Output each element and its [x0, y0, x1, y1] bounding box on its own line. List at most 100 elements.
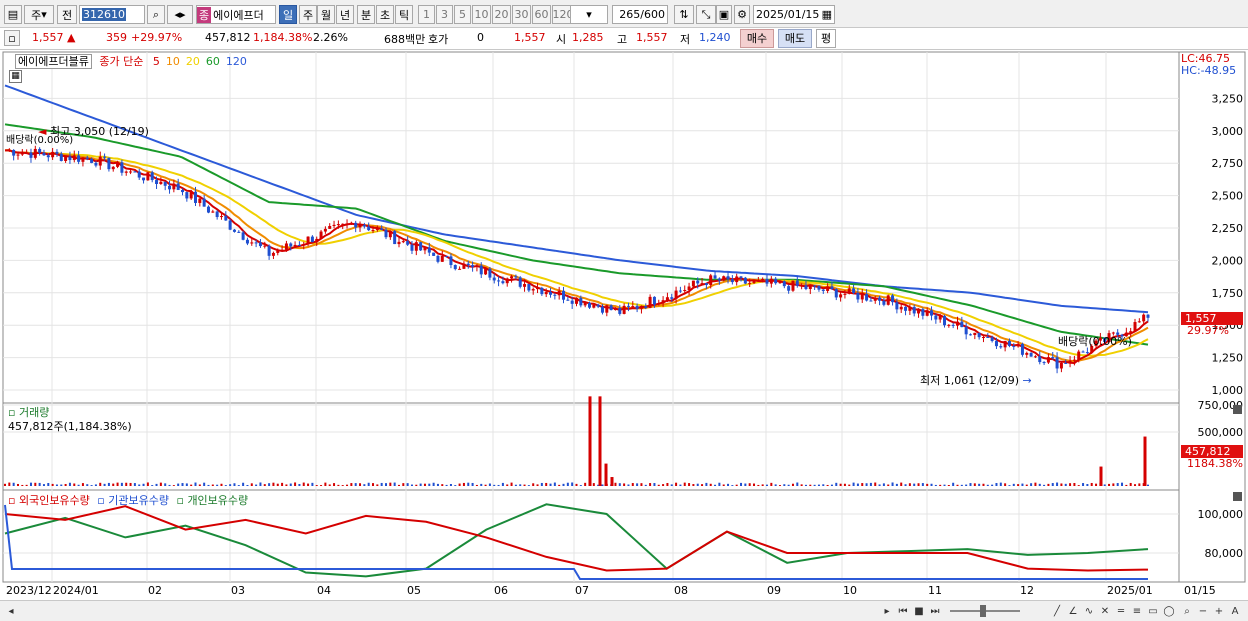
candle-body [103, 156, 107, 158]
minute-option-5[interactable]: 5 [454, 5, 471, 24]
scroll-first-icon[interactable]: ⏮ [896, 604, 910, 618]
date-picker[interactable]: 2025/01/15 ▦ [753, 5, 835, 24]
candle-body [202, 198, 206, 207]
draw-rect-icon[interactable]: ▭ [1146, 604, 1160, 618]
text-tool-icon[interactable]: A [1228, 604, 1242, 618]
market-all-button[interactable]: 전 [57, 5, 77, 24]
zoom-out-icon[interactable]: − [1196, 604, 1210, 618]
volume-bar [839, 483, 842, 486]
period-tab-4[interactable]: 분 [357, 5, 375, 24]
display-count-field[interactable]: 265/600 [612, 5, 668, 24]
candle-body [458, 268, 462, 270]
draw-hline-icon[interactable]: ═ [1114, 604, 1128, 618]
volume-bar [34, 482, 37, 486]
volume-bar [540, 482, 543, 486]
period-tab-3[interactable]: 년 [336, 5, 354, 24]
period-tab-5[interactable]: 초 [376, 5, 394, 24]
volume-bar [146, 482, 149, 486]
candle-body [830, 286, 834, 289]
chart-settings-icon[interactable]: ⇅ [674, 5, 694, 24]
candle-body [284, 243, 288, 250]
draw-ellipse-icon[interactable]: ◯ [1162, 604, 1176, 618]
x-tick: 11 [928, 584, 942, 597]
volume-bar [566, 482, 569, 486]
volume-bar [1030, 483, 1033, 486]
candle-body [1046, 357, 1050, 363]
chart-canvas[interactable]: 3,2503,0002,7502,5002,2502,0001,7501,500… [0, 50, 1248, 600]
minute-option-60[interactable]: 60 [532, 5, 551, 24]
window-menu-icon[interactable]: ▤ [4, 5, 22, 24]
candle-body [778, 281, 782, 284]
volume-bar [480, 483, 483, 486]
volume-bar [917, 483, 920, 486]
volume-bar [81, 483, 84, 486]
panel-close-icon-2[interactable] [1233, 492, 1242, 501]
candle-body [761, 279, 765, 281]
candle-body [774, 278, 778, 284]
candle-body [297, 244, 301, 246]
chart-scrollbar[interactable]: ◂ ▸ ⏮ ■ ⏭ ╱ ∠ ∿ ✕ ═ ≡ ▭ ◯ ⌕ − + A [0, 600, 1248, 621]
scroll-right-icon[interactable]: ▸ [880, 604, 894, 618]
volume-bar [527, 485, 530, 486]
draw-tools-icon[interactable]: ⤡ [696, 5, 716, 24]
candle-body [263, 245, 267, 247]
minute-option-30[interactable]: 30 [512, 5, 531, 24]
draw-cross-icon[interactable]: ✕ [1098, 604, 1112, 618]
volume-bar [216, 484, 219, 486]
draw-line-icon[interactable]: ╱ [1050, 604, 1064, 618]
candle-body [696, 280, 700, 284]
draw-wave-icon[interactable]: ∿ [1082, 604, 1096, 618]
table-icon[interactable]: ▦ [9, 70, 22, 83]
volume-bar [73, 483, 76, 486]
scroll-left-icon[interactable]: ◂ [4, 604, 18, 618]
info-toggle-icon[interactable]: ▫ [4, 30, 20, 46]
sell-button[interactable]: 매도 [778, 29, 812, 48]
volume-bar [233, 483, 236, 486]
volume-bar [449, 484, 452, 486]
prev-next-stock-icon[interactable]: ◂▸ [167, 5, 193, 24]
volume-bar [865, 483, 868, 486]
volume-bar [393, 482, 396, 486]
stock-type-badge: 종 [197, 6, 212, 23]
volume-bar [1060, 483, 1063, 486]
candle-body [12, 149, 16, 156]
candle-body [860, 293, 864, 300]
candle-body [471, 265, 475, 267]
candle-body [25, 152, 29, 154]
period-tab-1[interactable]: 주 [299, 5, 317, 24]
low-label: 저 [680, 33, 691, 46]
volume-pct-tag: 1184.38% [1187, 457, 1243, 470]
stop-icon[interactable]: ■ [912, 604, 926, 618]
volume-bar [311, 482, 314, 486]
volume-bar [8, 482, 11, 486]
minute-custom-select[interactable]: ▾ [570, 5, 608, 24]
minute-option-1[interactable]: 1 [418, 5, 435, 24]
panel-close-icon[interactable] [1233, 405, 1242, 414]
buy-button[interactable]: 매수 [740, 29, 774, 48]
legend-foreign: ▫ 외국인보유수량 [8, 494, 90, 507]
candle-body [752, 280, 756, 283]
draw-angle-icon[interactable]: ∠ [1066, 604, 1080, 618]
zoom-in-icon[interactable]: + [1212, 604, 1226, 618]
minute-option-3[interactable]: 3 [436, 5, 453, 24]
minute-option-20[interactable]: 20 [492, 5, 511, 24]
scroll-last-icon[interactable]: ⏭ [928, 604, 942, 618]
period-tab-2[interactable]: 월 [317, 5, 335, 24]
period-tab-0[interactable]: 일 [279, 5, 297, 24]
volume-bar [376, 484, 379, 486]
save-icon[interactable]: ▣ [716, 5, 732, 24]
period-type-select[interactable]: 주 ▾ [24, 5, 54, 24]
stock-code-input[interactable]: 312610 [79, 5, 145, 24]
candle-body [510, 276, 514, 279]
period-tab-6[interactable]: 틱 [395, 5, 413, 24]
x-tick: 01/15 [1184, 584, 1216, 597]
search-icon-2[interactable]: ⌕ [1180, 604, 1194, 618]
minute-option-10[interactable]: 10 [472, 5, 491, 24]
zoom-slider-handle[interactable] [980, 605, 986, 617]
stock-name-field[interactable]: 종 에이에프더 [196, 5, 276, 24]
draw-fib-icon[interactable]: ≡ [1130, 604, 1144, 618]
evaluate-button[interactable]: 평 [816, 29, 836, 48]
candle-body [609, 305, 613, 311]
search-icon[interactable]: ⌕ [147, 5, 165, 24]
gear-icon[interactable]: ⚙ [734, 5, 750, 24]
